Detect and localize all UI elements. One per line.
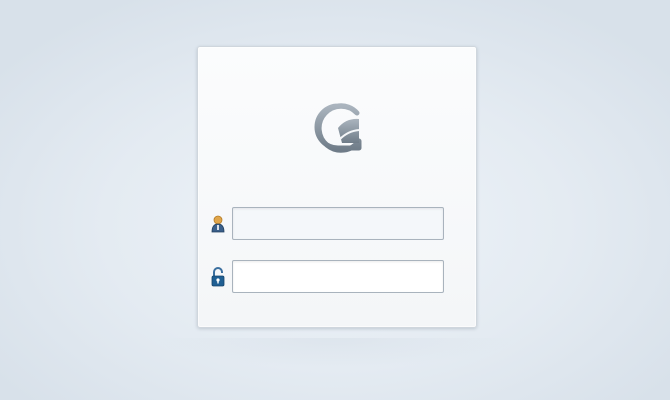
card-reflection (155, 338, 515, 368)
login-card (197, 46, 477, 328)
password-row (210, 260, 444, 293)
username-row (210, 207, 444, 240)
password-field[interactable] (232, 260, 444, 293)
username-field[interactable] (232, 207, 444, 240)
brand-logo-icon (312, 101, 364, 153)
padlock-open-icon (210, 266, 226, 287)
user-icon (210, 214, 226, 234)
